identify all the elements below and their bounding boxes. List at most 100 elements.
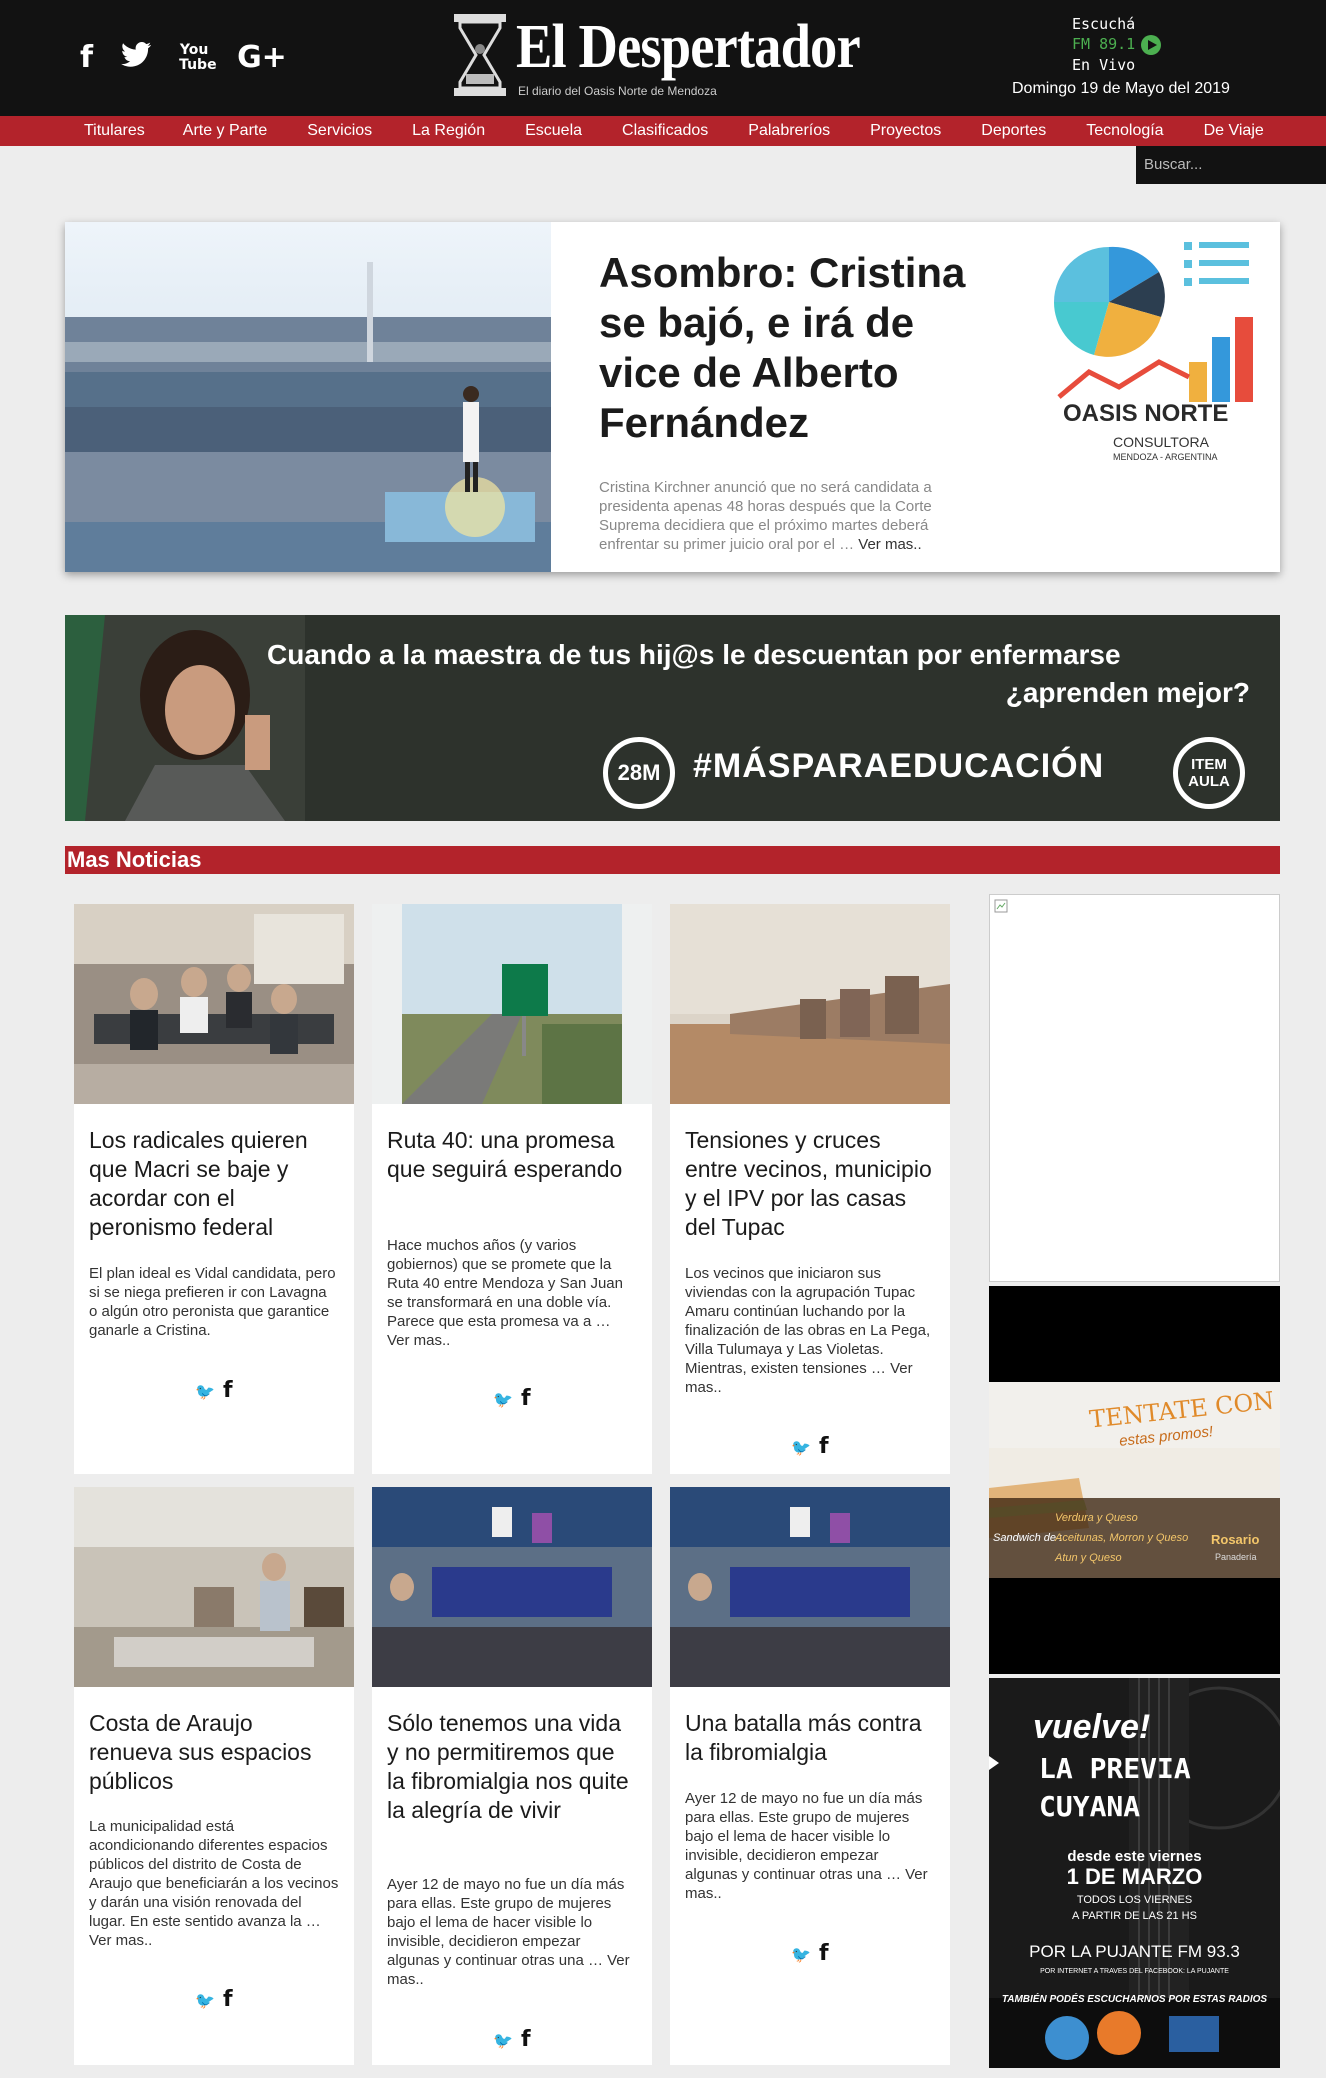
news-card-title[interactable]: Costa de Araujo renueva sus espacios púb…: [89, 1709, 339, 1796]
twitter-share-icon[interactable]: 🐦: [791, 1438, 811, 1457]
news-card-image[interactable]: [372, 1487, 652, 1687]
facebook-share-icon[interactable]: f: [819, 1434, 829, 1459]
ad-start-date: 1 DE MARZO: [1066, 1864, 1203, 1889]
promo-item: Aceitunas, Morron y Queso: [1055, 1532, 1189, 1544]
ad-schedule-line2: A PARTIR DE LAS 21 HS: [1072, 1910, 1197, 1922]
read-more-link[interactable]: Ver mas..: [858, 536, 921, 553]
share-buttons: 🐦 f: [670, 1941, 950, 1966]
news-card-excerpt: Ayer 12 de mayo no fue un día más para e…: [387, 1876, 630, 1988]
ad-station: POR LA PUJANTE FM 93.3: [1029, 1942, 1240, 1961]
sandwich-promo-ad[interactable]: TENTATE CON estas promos! Sandwich de : …: [989, 1382, 1280, 1578]
news-card-excerpt: Hace muchos años (y varios gobiernos) qu…: [387, 1237, 623, 1349]
news-card[interactable]: Una batalla más contra la fibromialgia A…: [670, 1487, 950, 2065]
news-card[interactable]: Los radicales quieren que Macri se baje …: [74, 904, 354, 1474]
nav-item-titulares[interactable]: Titulares: [84, 122, 145, 140]
facebook-share-icon[interactable]: f: [521, 1386, 531, 1411]
site-subtitle: El diario del Oasis Norte de Mendoza: [518, 84, 717, 98]
news-card-title[interactable]: Sólo tenemos una vida y no permitiremos …: [387, 1709, 637, 1825]
current-date: Domingo 19 de Mayo del 2019: [1012, 80, 1230, 97]
facebook-share-icon[interactable]: f: [223, 1378, 233, 1403]
nav-item-servicios[interactable]: Servicios: [307, 122, 372, 140]
sidebar-ad-black: [989, 1578, 1280, 1674]
news-card-title[interactable]: Los radicales quieren que Macri se baje …: [89, 1126, 339, 1242]
news-card-image[interactable]: [74, 1487, 354, 1687]
site-title: El Despertador: [516, 13, 861, 81]
news-card-excerpt: La municipalidad está acondicionando dif…: [89, 1818, 339, 1949]
news-card-title[interactable]: Ruta 40: una promesa que seguirá esperan…: [387, 1126, 637, 1184]
play-icon[interactable]: [1141, 34, 1162, 55]
item-aula-line1: ITEM: [1191, 756, 1227, 773]
news-card-image[interactable]: [372, 904, 652, 1104]
site-logo[interactable]: El Despertador El diario del Oasis Norte…: [452, 14, 902, 100]
twitter-share-icon[interactable]: 🐦: [493, 2031, 513, 2050]
section-title: Mas Noticias: [65, 846, 1280, 874]
nav-item-la-region[interactable]: La Región: [412, 122, 485, 140]
news-card-title[interactable]: Una batalla más contra la fibromialgia: [685, 1709, 935, 1767]
share-buttons: 🐦 f: [74, 1987, 354, 2012]
radio-live-label: En Vivo: [1072, 55, 1136, 74]
badge-28m: 28M: [603, 737, 675, 809]
ad-schedule: TODOS LOS VIERNES A PARTIR DE LAS 21 HS: [989, 1892, 1280, 1924]
news-card-excerpt: El plan ideal es Vidal candidata, pero s…: [89, 1265, 336, 1339]
news-card[interactable]: Ruta 40: una promesa que seguirá esperan…: [372, 904, 652, 1474]
facebook-icon[interactable]: f: [80, 43, 93, 73]
live-radio-widget[interactable]: Escuchá FM 89.1 En Vivo: [1072, 14, 1162, 75]
promo-label: Sandwich de :: [993, 1532, 1063, 1544]
nav-item-clasificados[interactable]: Clasificados: [622, 122, 708, 140]
banner-question: ¿aprenden mejor?: [1005, 677, 1250, 708]
twitter-share-icon[interactable]: 🐦: [493, 1390, 513, 1409]
news-card-image[interactable]: [74, 904, 354, 1104]
share-buttons: 🐦 f: [670, 1434, 950, 1459]
nav-item-palabrerios[interactable]: Palabreríos: [748, 122, 830, 140]
share-buttons: 🐦 f: [372, 1386, 652, 1411]
news-card[interactable]: Costa de Araujo renueva sus espacios púb…: [74, 1487, 354, 2065]
banner-hashtag: #MÁSPARAEDUCACIÓN: [693, 747, 1105, 785]
radio-listen-label: Escuchá: [1072, 15, 1136, 33]
twitter-share-icon[interactable]: 🐦: [195, 1382, 215, 1401]
la-previa-cuyana-ad[interactable]: vuelve! LA PREVIA CUYANA desde este viern…: [989, 1678, 1280, 2068]
promo-brand-sub: Panadería: [1215, 1552, 1257, 1562]
item-aula-line2: AULA: [1188, 773, 1230, 790]
ad-other-radios: TAMBIÉN PODÉS ESCUCHARNOS POR ESTAS RADI…: [1001, 1994, 1268, 2005]
facebook-share-icon[interactable]: f: [223, 1987, 233, 2012]
youtube-icon[interactable]: You Tube: [179, 43, 217, 73]
news-card-title[interactable]: Tensiones y cruces entre vecinos, munici…: [685, 1126, 935, 1242]
featured-article-title[interactable]: Asombro: Cristina se bajó, e irá de vice…: [599, 248, 999, 448]
ad-schedule-line1: TODOS LOS VIERNES: [1076, 1894, 1193, 1906]
promo-brand: Rosario: [1211, 1532, 1260, 1547]
consultora-name: OASIS NORTE: [1063, 400, 1229, 427]
sidebar-ad-placeholder[interactable]: [989, 894, 1280, 1282]
social-links: f You Tube G+: [80, 42, 287, 74]
facebook-share-icon[interactable]: f: [521, 2027, 531, 2052]
facebook-share-icon[interactable]: f: [819, 1941, 829, 1966]
featured-article-image[interactable]: [65, 222, 551, 572]
ad-start-text: desde este viernes: [1067, 1848, 1202, 1865]
ad-program-name-line1: LA PREVIA: [1039, 1752, 1191, 1785]
news-card-image[interactable]: [670, 1487, 950, 1687]
twitter-icon[interactable]: [121, 42, 152, 74]
consultora-ad[interactable]: OASIS NORTE CONSULTORA MENDOZA - ARGENTI…: [1049, 222, 1269, 462]
news-card-image[interactable]: [670, 904, 950, 1104]
share-buttons: 🐦 f: [74, 1378, 354, 1403]
twitter-share-icon[interactable]: 🐦: [791, 1945, 811, 1964]
news-card[interactable]: Sólo tenemos una vida y no permitiremos …: [372, 1487, 652, 2065]
nav-item-escuela[interactable]: Escuela: [525, 122, 582, 140]
nav-item-arte-y-parte[interactable]: Arte y Parte: [183, 122, 267, 140]
education-banner-ad[interactable]: Cuando a la maestra de tus hij@s le desc…: [65, 615, 1280, 821]
search-input[interactable]: Buscar...: [1136, 146, 1326, 184]
featured-article[interactable]: Asombro: Cristina se bajó, e irá de vice…: [65, 222, 1280, 572]
news-card[interactable]: Tensiones y cruces entre vecinos, munici…: [670, 904, 950, 1474]
nav-item-tecnologia[interactable]: Tecnología: [1086, 122, 1163, 140]
sidebar-ad-black: [989, 1286, 1280, 1382]
ad-facebook-line: POR INTERNET A TRAVES DEL FACEBOOK: LA P…: [1040, 1968, 1229, 1975]
twitter-share-icon[interactable]: 🐦: [195, 1991, 215, 2010]
nav-item-proyectos[interactable]: Proyectos: [870, 122, 941, 140]
google-plus-icon[interactable]: G+: [237, 43, 287, 73]
consultora-location: MENDOZA - ARGENTINA: [1113, 452, 1218, 462]
nav-item-deportes[interactable]: Deportes: [981, 122, 1046, 140]
nav-item-de-viaje[interactable]: De Viaje: [1204, 122, 1264, 140]
ad-vuelve-text: vuelve!: [1033, 1708, 1151, 1746]
promo-item: Verdura y Queso: [1055, 1512, 1138, 1524]
site-header: f You Tube G+ El Despertador El diario d…: [0, 0, 1326, 116]
ad-program-name: LA PREVIA CUYANA: [1039, 1750, 1191, 1826]
